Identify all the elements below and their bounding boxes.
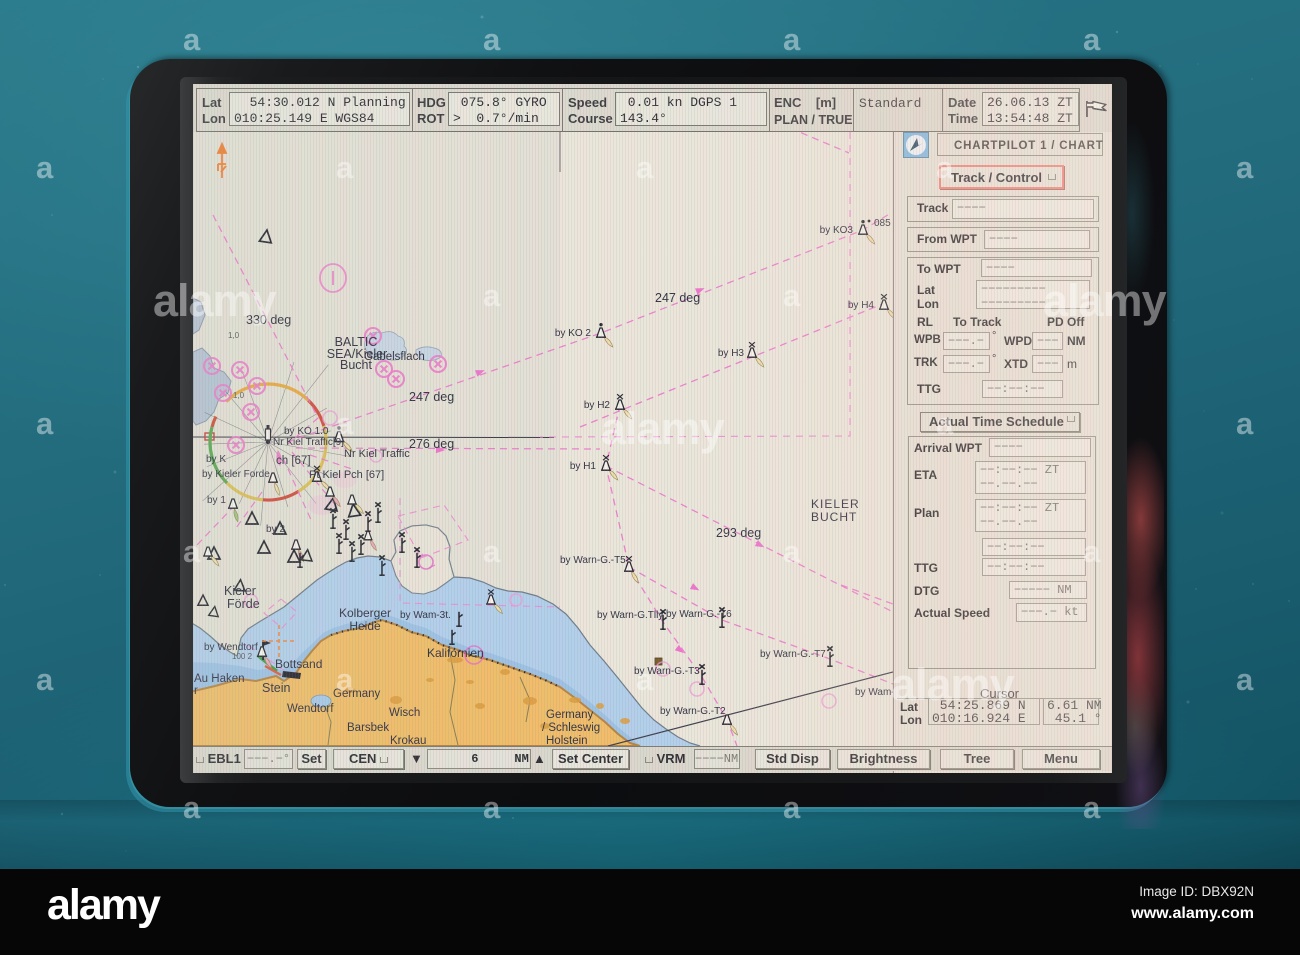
svg-text:by Warn-G.Tlly: by Warn-G.Tlly: [597, 610, 663, 621]
svg-text:by H2: by H2: [584, 400, 611, 411]
svg-text:Gabelsflach: Gabelsflach: [364, 351, 425, 363]
svg-text:293 deg: 293 deg: [716, 526, 761, 540]
svg-text:Au Haken: Au Haken: [194, 673, 245, 685]
svg-text:by H4: by H4: [848, 300, 875, 311]
svg-text:1,0: 1,0: [228, 331, 240, 340]
svg-text:Wendtorf: Wendtorf: [287, 703, 334, 715]
svg-text:Nr Kiel Traffic: Nr Kiel Traffic: [344, 448, 410, 460]
svg-text:Bottsand: Bottsand: [275, 657, 322, 671]
svg-text:by Warn-G.-T5: by Warn-G.-T5: [560, 555, 626, 566]
svg-text:Stein: Stein: [262, 681, 291, 695]
svg-text:by Kieler Forde: by Kieler Forde: [202, 469, 270, 480]
svg-text:by K: by K: [206, 454, 226, 465]
svg-text:by KO 2: by KO 2: [555, 328, 592, 339]
svg-text:by H1: by H1: [570, 461, 597, 472]
svg-text:r: r: [194, 685, 198, 697]
svg-text:Holstein: Holstein: [546, 735, 588, 746]
svg-text:Förde: Förde: [227, 597, 260, 611]
svg-text:Germany: Germany: [546, 709, 594, 721]
svg-text:330 deg: 330 deg: [246, 313, 291, 327]
svg-text:Wisch: Wisch: [389, 707, 420, 719]
svg-text:by Warn-G.-T2: by Warn-G.-T2: [660, 706, 726, 717]
svg-text:Krokau: Krokau: [390, 735, 426, 746]
svg-text:276 deg: 276 deg: [409, 437, 454, 451]
svg-text:by H3: by H3: [718, 348, 745, 359]
svg-text:by Warn-G.-T3: by Warn-G.-T3: [634, 666, 700, 677]
svg-text:KIELER: KIELER: [811, 497, 860, 511]
svg-text:by 2: by 2: [266, 524, 285, 535]
svg-text:by 1: by 1: [207, 495, 226, 506]
svg-text:by KO3: by KO3: [820, 225, 854, 236]
svg-text:247 deg: 247 deg: [409, 390, 454, 404]
svg-text:1,0: 1,0: [233, 391, 245, 400]
svg-text:Pt Kiel Pch [67]: Pt Kiel Pch [67]: [309, 469, 384, 481]
svg-text:247 deg: 247 deg: [655, 291, 700, 305]
svg-text:Nr Kiel Traffic[9]: Nr Kiel Traffic[9]: [273, 437, 344, 448]
svg-text:ch [67]: ch [67]: [276, 455, 311, 467]
svg-text:by Warn-G.-T7: by Warn-G.-T7: [760, 649, 826, 660]
svg-text:BUCHT: BUCHT: [811, 510, 857, 524]
svg-text:by KO 1.0: by KO 1.0: [284, 426, 329, 437]
svg-text:100 2: 100 2: [232, 652, 253, 661]
svg-text:Kolberger: Kolberger: [339, 606, 391, 620]
svg-text:Heide: Heide: [349, 619, 381, 633]
svg-text:Kalifornien: Kalifornien: [427, 646, 484, 660]
svg-text:by Warn-G.-T6: by Warn-G.-T6: [666, 609, 732, 620]
svg-text:Germany: Germany: [333, 688, 381, 700]
svg-text:by Wam-3t.: by Wam-3t.: [400, 610, 451, 621]
svg-text:Barsbek: Barsbek: [347, 722, 389, 734]
svg-text:by Wam-: by Wam-: [855, 687, 893, 698]
svg-text:Kieler: Kieler: [224, 584, 256, 598]
svg-text:/ Schleswig: / Schleswig: [542, 722, 600, 734]
svg-text:085: 085: [874, 218, 891, 229]
